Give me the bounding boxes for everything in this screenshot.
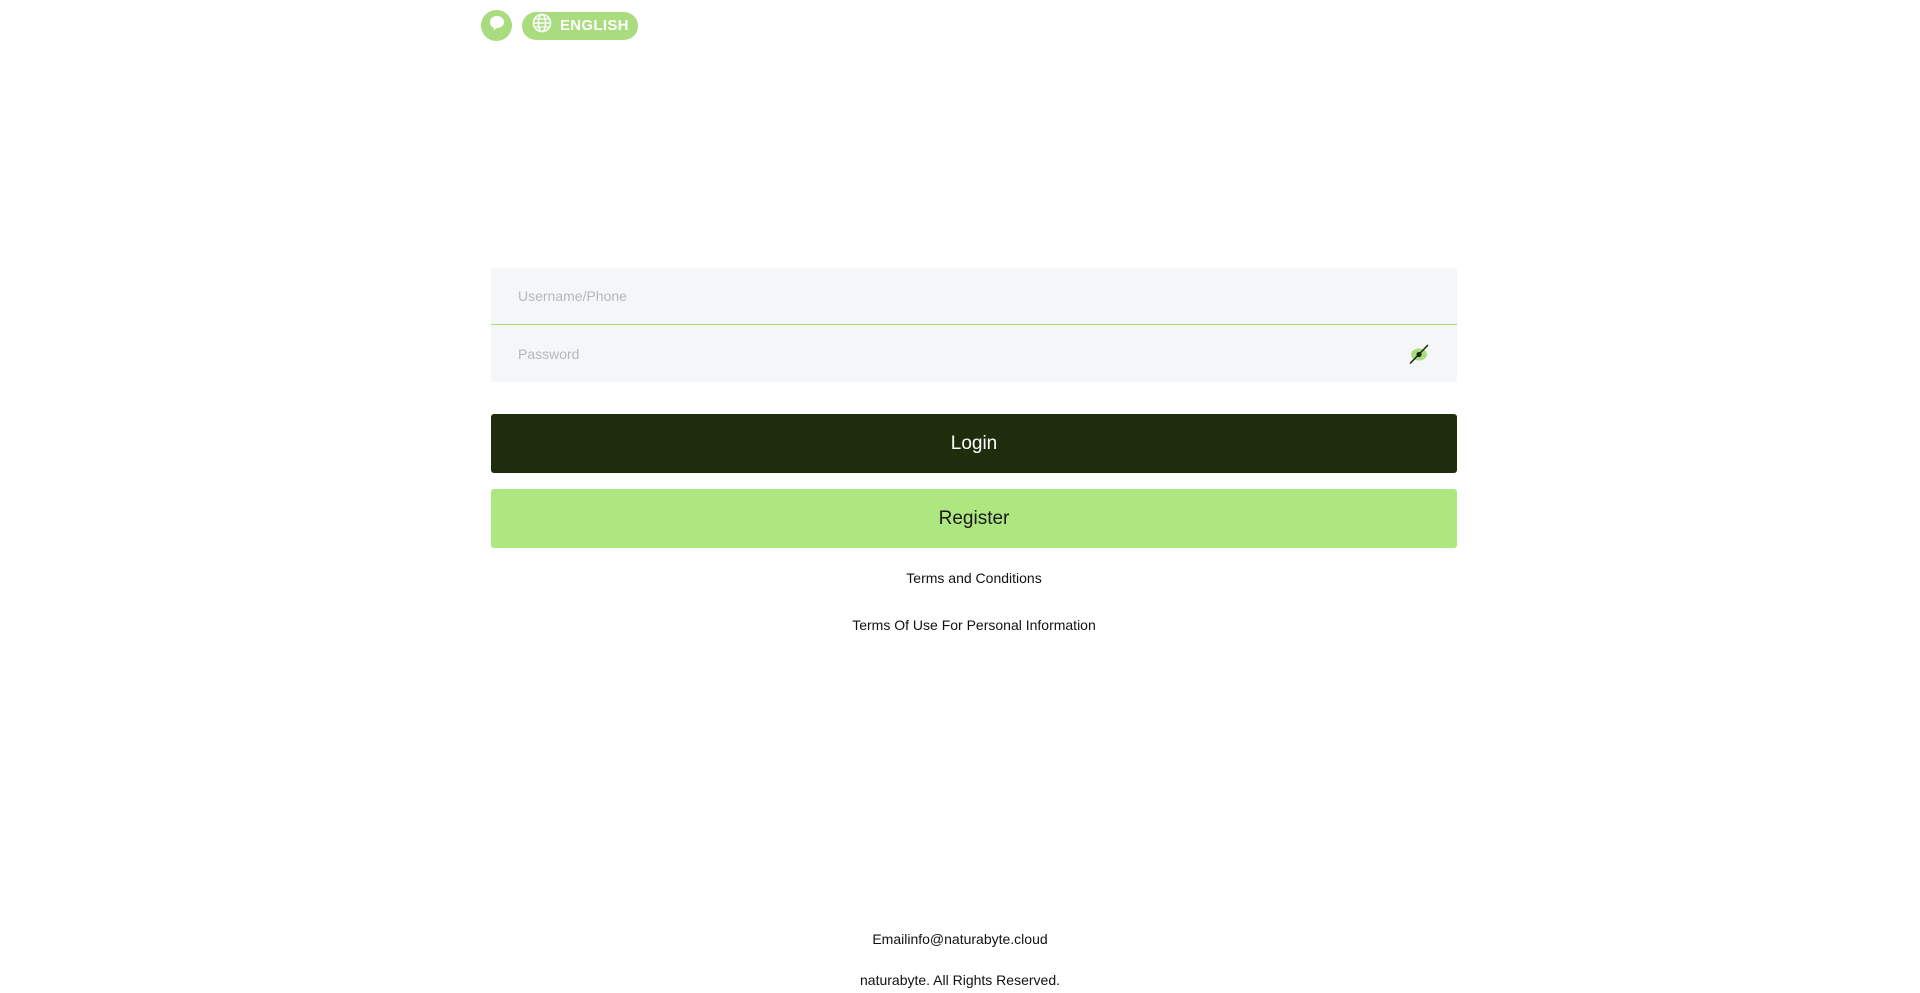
login-form: Login Register Terms and Conditions Term… [491,268,1457,634]
password-input[interactable] [491,325,1457,382]
footer-email: Emailinfo@naturabyte.cloud [872,931,1048,947]
login-button[interactable]: Login [491,414,1457,473]
language-selector[interactable]: ENGLISH [522,11,638,40]
username-field-wrapper [491,268,1457,325]
top-bar: ENGLISH [481,10,638,41]
username-input[interactable] [491,268,1457,324]
login-page: ENGLISH Login Register Terms and Conditi… [0,0,1920,993]
register-button[interactable]: Register [491,489,1457,548]
support-button[interactable] [481,10,512,41]
language-label: ENGLISH [560,17,629,34]
password-field-wrapper [491,325,1457,382]
chat-bubble-icon [488,14,506,37]
footer-copyright: naturabyte. All Rights Reserved. [860,972,1060,988]
privacy-terms-link[interactable]: Terms Of Use For Personal Information [852,617,1096,634]
globe-icon [532,13,552,38]
terms-link[interactable]: Terms and Conditions [906,570,1041,587]
eye-slash-icon[interactable] [1407,342,1431,366]
legal-links: Terms and Conditions Terms Of Use For Pe… [491,570,1457,634]
